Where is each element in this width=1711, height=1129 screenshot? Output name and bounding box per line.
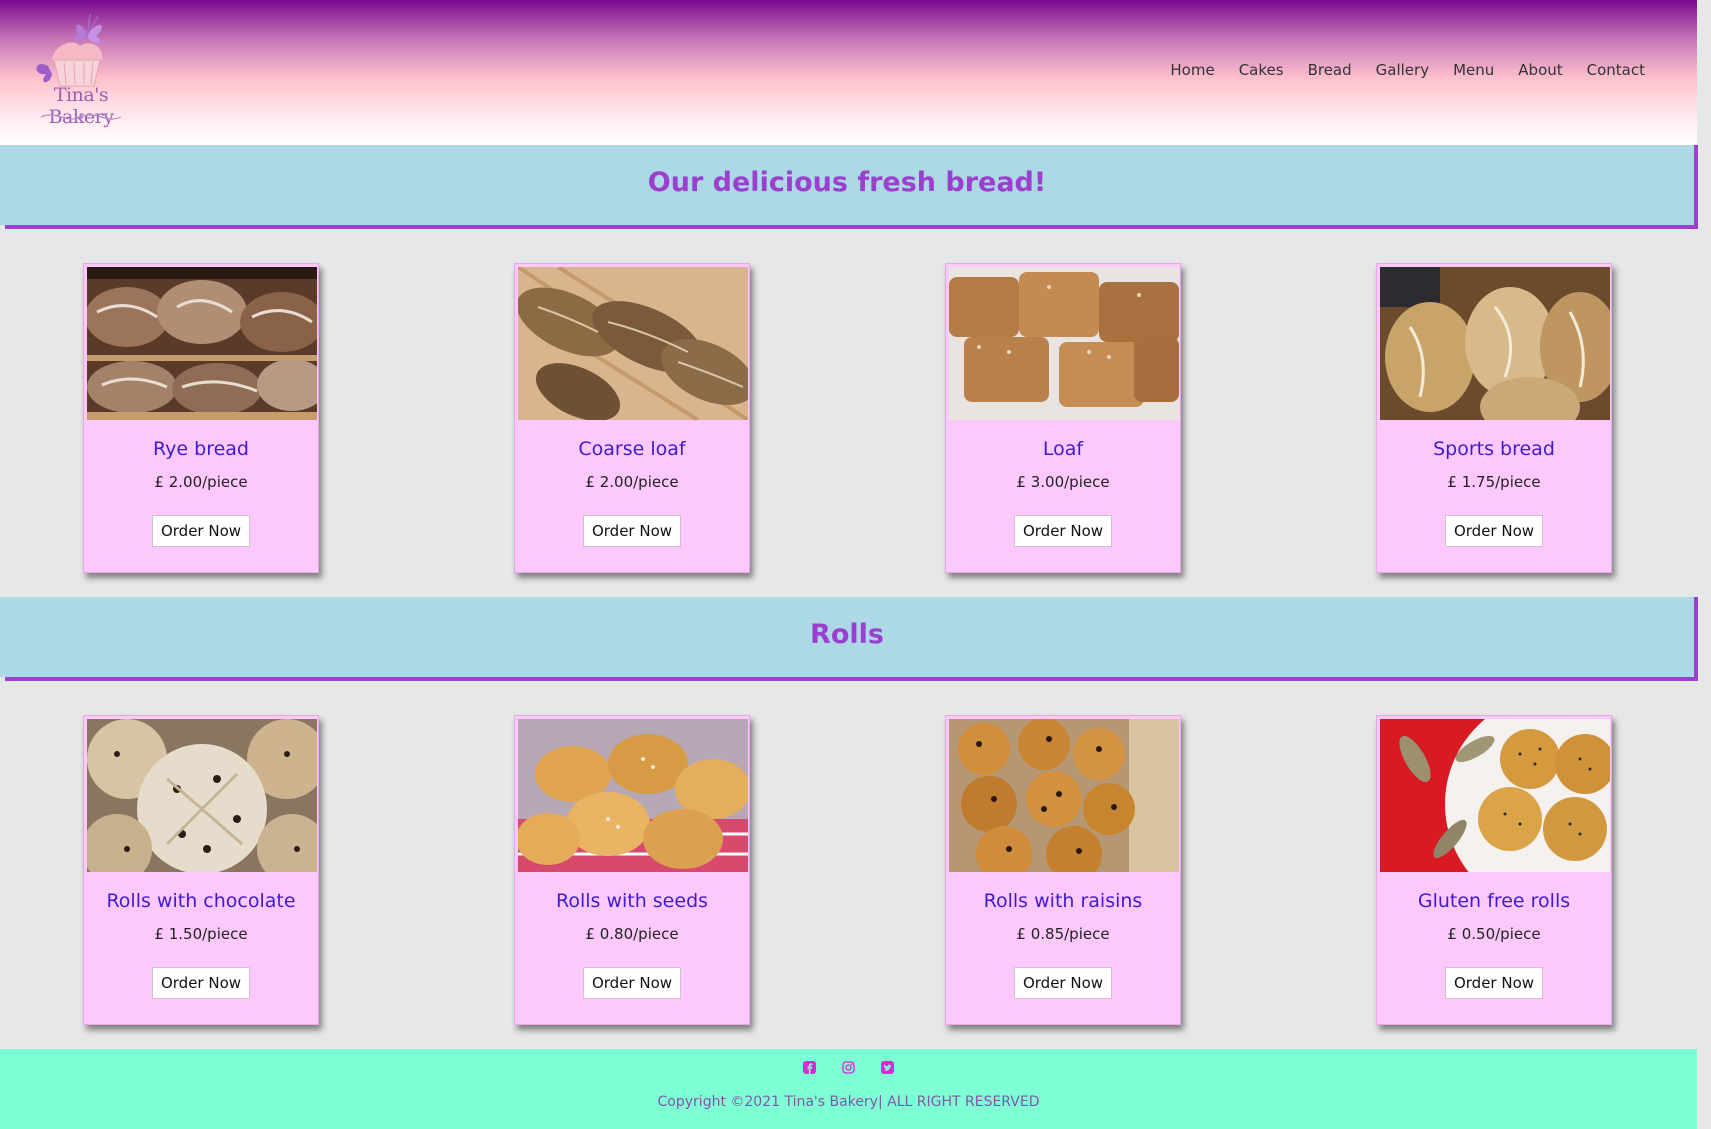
product-name: Rye bread [153,438,249,460]
order-now-button[interactable]: Order Now [152,967,250,999]
order-now-button[interactable]: Order Now [1445,515,1543,547]
product-card: Loaf £ 3.00/piece Order Now [945,263,1181,573]
gluten-free-rolls-photo [1380,719,1610,872]
product-name: Rolls with raisins [983,890,1143,912]
nav-gallery[interactable]: Gallery [1376,61,1429,79]
rolls-with-raisins-photo [949,719,1179,872]
page-gutter [1697,0,1711,1129]
product-card: Sports bread £ 1.75/piece Order Now [1376,263,1612,573]
cupcake-icon [36,13,103,87]
nav-contact[interactable]: Contact [1587,61,1645,79]
logo-flourish-icon [40,114,122,120]
band-edge [0,225,5,231]
order-now-button[interactable]: Order Now [1445,967,1543,999]
social-links [0,1059,1697,1074]
product-card: Rolls with seeds £ 0.80/piece Order Now [514,715,750,1025]
rye-bread-photo [87,267,317,420]
coarse-loaf-photo [518,267,748,420]
nav-bread[interactable]: Bread [1308,61,1352,79]
product-price: £ 1.50/piece [154,925,248,943]
nav-about[interactable]: About [1518,61,1562,79]
product-name: Gluten free rolls [1417,890,1571,912]
product-price: £ 3.00/piece [1016,473,1110,491]
product-card: Rye bread £ 2.00/piece Order Now [83,263,319,573]
copyright-text: Copyright ©2021 Tina's Bakery| ALL RIGHT… [657,1094,1040,1110]
order-now-button[interactable]: Order Now [583,515,681,547]
nav-menu[interactable]: Menu [1453,61,1494,79]
band-edge [0,677,5,683]
instagram-icon[interactable] [842,1059,855,1074]
facebook-icon[interactable] [803,1059,816,1074]
product-price: £ 1.75/piece [1447,473,1541,491]
rolls-with-chocolate-photo [87,719,317,872]
product-name: Rolls with seeds [555,890,709,912]
order-now-button[interactable]: Order Now [1014,515,1112,547]
nav-home[interactable]: Home [1170,61,1214,79]
product-card: Gluten free rolls £ 0.50/piece Order Now [1376,715,1612,1025]
order-now-button[interactable]: Order Now [1014,967,1112,999]
site-header: Tina's Bakery Home Cakes Bread Gallery M… [0,0,1697,145]
order-now-button[interactable]: Order Now [152,515,250,547]
nav-cakes[interactable]: Cakes [1239,61,1284,79]
rolls-with-seeds-photo [518,719,748,872]
product-card: Rolls with raisins £ 0.85/piece Order No… [945,715,1181,1025]
product-price: £ 0.80/piece [585,925,679,943]
rolls-section-title: Rolls [810,619,884,650]
product-price: £ 0.85/piece [1016,925,1110,943]
twitter-icon[interactable] [881,1059,894,1074]
bread-section-title: Our delicious fresh bread! [647,167,1047,198]
order-now-button[interactable]: Order Now [583,967,681,999]
product-name: Coarse loaf [578,438,686,460]
product-price: £ 2.00/piece [154,473,248,491]
rolls-section-header: Rolls [0,597,1698,681]
site-footer: Copyright ©2021 Tina's Bakery| ALL RIGHT… [0,1049,1697,1129]
product-price: £ 0.50/piece [1447,925,1541,943]
product-name: Loaf [1042,438,1084,460]
product-price: £ 2.00/piece [585,473,679,491]
main-nav: Home Cakes Bread Gallery Menu About Cont… [1170,61,1645,79]
sports-bread-photo [1380,267,1610,420]
product-card: Coarse loaf £ 2.00/piece Order Now [514,263,750,573]
loaf-photo [949,267,1179,420]
product-name: Sports bread [1433,438,1555,460]
bread-section-header: Our delicious fresh bread! [0,145,1698,229]
product-card: Rolls with chocolate £ 1.50/piece Order … [83,715,319,1025]
product-name: Rolls with chocolate [106,890,296,912]
bakery-logo[interactable]: Tina's Bakery [18,13,143,129]
